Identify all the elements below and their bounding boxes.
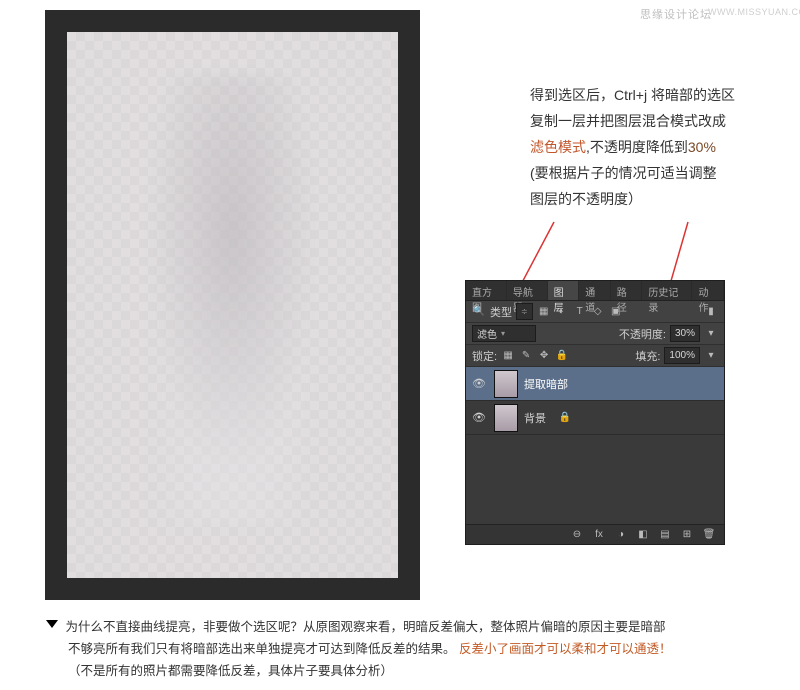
watermark-text: 思缘设计论坛 — [640, 6, 712, 22]
watermark-url: WWW.MISSYUAN.COM — [708, 7, 800, 17]
canvas-frame — [45, 10, 420, 600]
layers-panel: 直方图 导航器 图层 通道 路径 历史记录 动作 🔍 类型 ≑ ▦ ◐ T ◇ … — [465, 280, 725, 545]
instruction-line: 滤色模式,不透明度降低到30% — [530, 134, 780, 160]
new-layer-icon[interactable]: ⊞ — [680, 528, 694, 542]
layer-list: 👁 提取暗部 👁 背景 🔒 — [466, 367, 724, 435]
blend-mode-combo[interactable]: 滤色▾ — [472, 325, 536, 342]
opacity-highlight: 30% — [688, 139, 716, 155]
tab-channels[interactable]: 通道 — [579, 281, 611, 300]
tab-actions[interactable]: 动作 — [692, 281, 724, 300]
group-icon[interactable]: ▤ — [658, 528, 672, 542]
filter-row: 🔍 类型 ≑ ▦ ◐ T ◇ ▣ ▮ — [466, 301, 724, 323]
fill-label: 填充: — [635, 348, 660, 364]
filter-type-combo[interactable]: ≑ — [516, 303, 533, 320]
layer-name: 背景 — [524, 410, 546, 426]
delete-layer-icon[interactable]: 🗑 — [702, 528, 716, 542]
instruction-line: 复制一层并把图层混合模式改成 — [530, 108, 780, 134]
layer-row[interactable]: 👁 背景 🔒 — [466, 401, 724, 435]
adjustment-icon[interactable]: ◧ — [636, 528, 650, 542]
footnote-line: （不是所有的照片都需要降低反差，具体片子要具体分析） — [48, 660, 748, 682]
lock-fill-row: 锁定: ▦ ✎ ✥ 🔒 填充: 100% ▾ — [466, 345, 724, 367]
instruction-line: 图层的不透明度） — [530, 186, 780, 212]
filter-pixel-icon[interactable]: ▦ — [537, 305, 551, 319]
opacity-label: 不透明度: — [619, 326, 666, 342]
layer-row[interactable]: 👁 提取暗部 — [466, 367, 724, 401]
filter-adjust-icon[interactable]: ◐ — [555, 305, 569, 319]
lock-paint-icon[interactable]: ✎ — [519, 349, 533, 363]
instruction-line: (要根据片子的情况可适当调整 — [530, 160, 780, 186]
visibility-eye-icon[interactable]: 👁 — [470, 377, 488, 390]
blend-opacity-row: 滤色▾ 不透明度: 30% ▾ — [466, 323, 724, 345]
mask-icon[interactable]: ◑ — [614, 528, 628, 542]
filter-type-t-icon[interactable]: T — [573, 305, 587, 319]
panel-footer: ⊖ fx ◑ ◧ ▤ ⊞ 🗑 — [466, 524, 724, 544]
search-icon[interactable]: 🔍 — [472, 305, 486, 319]
filter-label: 类型 — [490, 304, 512, 320]
fill-input[interactable]: 100% — [664, 347, 700, 364]
tab-paths[interactable]: 路径 — [611, 281, 643, 300]
layer-thumbnail[interactable] — [494, 370, 518, 398]
visibility-eye-icon[interactable]: 👁 — [470, 411, 488, 424]
lock-all-icon[interactable]: 🔒 — [555, 349, 569, 363]
footnote-block: 为什么不直接曲线提亮，非要做个选区呢？从原图观察来看，明暗反差偏大，整体照片偏暗… — [48, 616, 748, 682]
footnote-line: 为什么不直接曲线提亮，非要做个选区呢？从原图观察来看，明暗反差偏大，整体照片偏暗… — [48, 616, 748, 638]
footnote-highlight: 反差小了画面才可以柔和才可以通透！ — [459, 642, 672, 656]
fill-flyout-icon[interactable]: ▾ — [704, 349, 718, 363]
tab-histogram[interactable]: 直方图 — [466, 281, 507, 300]
canvas-transparency-preview — [67, 32, 398, 578]
filter-shape-icon[interactable]: ◇ — [591, 305, 605, 319]
triangle-bullet-icon — [46, 620, 58, 628]
filter-toggle-icon[interactable]: ▮ — [704, 305, 718, 319]
instruction-text: 得到选区后，Ctrl+j 将暗部的选区 复制一层并把图层混合模式改成 滤色模式,… — [530, 82, 780, 212]
lock-position-icon[interactable]: ✥ — [537, 349, 551, 363]
layer-thumbnail[interactable] — [494, 404, 518, 432]
blend-mode-highlight: 滤色模式 — [530, 139, 586, 155]
instruction-line: 得到选区后，Ctrl+j 将暗部的选区 — [530, 82, 780, 108]
opacity-flyout-icon[interactable]: ▾ — [704, 327, 718, 341]
lock-label: 锁定: — [472, 348, 497, 364]
lock-indicator-icon: 🔒 — [558, 411, 572, 425]
panel-tabs: 直方图 导航器 图层 通道 路径 历史记录 动作 — [466, 281, 724, 301]
tab-history[interactable]: 历史记录 — [642, 281, 692, 300]
opacity-input[interactable]: 30% — [670, 325, 700, 342]
layer-name: 提取暗部 — [524, 376, 568, 392]
tab-layers[interactable]: 图层 — [548, 281, 580, 300]
footnote-line: 不够亮所有我们只有将暗部选出来单独提亮才可达到降低反差的结果。 反差小了画面才可… — [48, 638, 748, 660]
fx-icon[interactable]: fx — [592, 528, 606, 542]
tab-navigator[interactable]: 导航器 — [507, 281, 548, 300]
link-layers-icon[interactable]: ⊖ — [570, 528, 584, 542]
filter-smart-icon[interactable]: ▣ — [609, 305, 623, 319]
lock-transparency-icon[interactable]: ▦ — [501, 349, 515, 363]
